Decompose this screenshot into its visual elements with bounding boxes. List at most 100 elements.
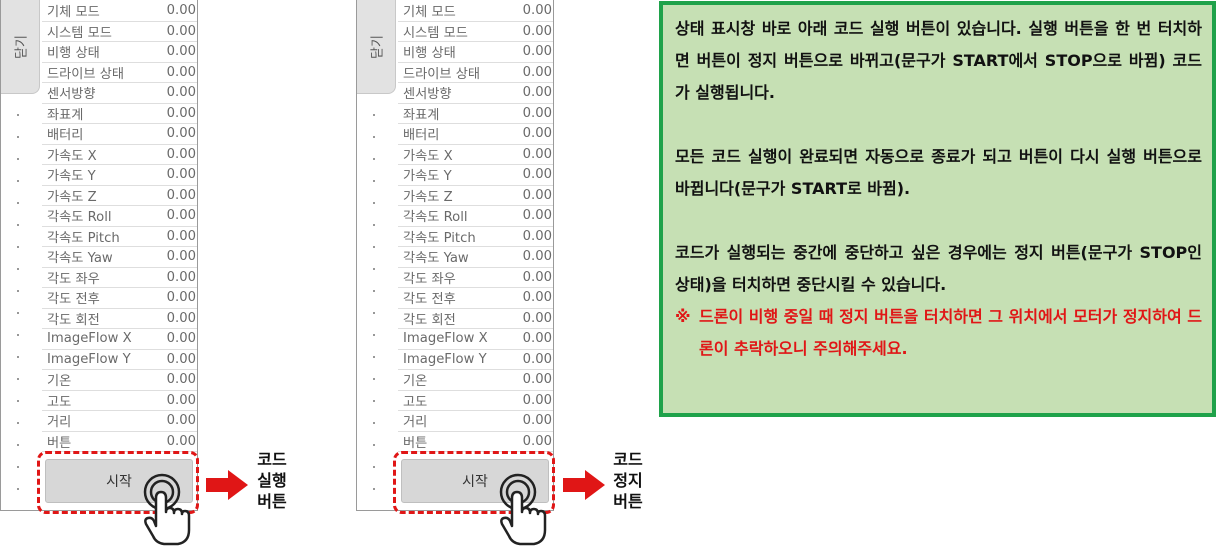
status-row: 기온 0.00 bbox=[398, 370, 553, 391]
status-value: 0.00 bbox=[522, 23, 552, 39]
status-label: 센서방향 bbox=[403, 87, 452, 103]
status-row: 버튼 0.00 bbox=[398, 432, 553, 452]
status-row: 센서방향 0.00 bbox=[398, 83, 553, 104]
status-value: 0.00 bbox=[166, 249, 196, 265]
scroll-dot bbox=[373, 136, 375, 138]
status-value: 0.00 bbox=[522, 310, 552, 326]
status-label: 가속도 Y bbox=[403, 169, 452, 185]
close-tab-label: 닫기 bbox=[370, 34, 386, 59]
status-value: 0.00 bbox=[166, 413, 196, 429]
scroll-dot bbox=[373, 312, 375, 314]
status-row: 기체 모드 0.00 bbox=[42, 1, 197, 22]
status-row: 각도 회전 0.00 bbox=[42, 309, 197, 329]
status-label: 배터리 bbox=[47, 128, 84, 144]
status-label: 가속도 X bbox=[403, 148, 453, 164]
status-list: 기체 모드 0.00 시스템 모드 0.00 비행 상태 0.00 드라이브 상태 0.00 센… bbox=[42, 1, 197, 452]
callout-line: 버튼 bbox=[257, 492, 287, 511]
status-row: 각속도 Roll 0.00 bbox=[42, 206, 197, 227]
status-row: 각속도 Pitch 0.00 bbox=[42, 227, 197, 247]
status-value: 0.00 bbox=[522, 64, 552, 80]
status-label: 기온 bbox=[47, 374, 72, 390]
scroll-dot bbox=[373, 378, 375, 380]
status-label: 센서방향 bbox=[47, 87, 96, 103]
status-value: 0.00 bbox=[166, 372, 196, 388]
scroll-dot bbox=[373, 290, 375, 292]
close-tab[interactable]: 닫기 bbox=[1, 0, 40, 94]
status-value: 0.00 bbox=[166, 269, 196, 285]
status-label: 각도 전후 bbox=[47, 292, 100, 308]
status-label: 각도 좌우 bbox=[47, 271, 100, 287]
callout-line: 코드 bbox=[257, 450, 287, 469]
status-value: 0.00 bbox=[522, 187, 552, 203]
status-row: 시스템 모드 0.00 bbox=[398, 22, 553, 42]
status-row: 배터리 0.00 bbox=[398, 124, 553, 145]
status-label: 드라이브 상태 bbox=[47, 66, 124, 82]
scroll-dot bbox=[17, 246, 19, 248]
status-label: 가속도 Y bbox=[47, 169, 96, 185]
status-label: 배터리 bbox=[403, 128, 440, 144]
app-screen-run: 닫기 기체 모드 0.00 시스템 모드 0.00 비행 상태 0.00 드라이브 상태 0.… bbox=[0, 0, 198, 511]
status-value: 0.00 bbox=[166, 3, 196, 19]
status-row: 거리 0.00 bbox=[42, 411, 197, 432]
status-row: 배터리 0.00 bbox=[42, 124, 197, 145]
scroll-dot bbox=[373, 180, 375, 182]
scroll-dot bbox=[17, 290, 19, 292]
note-warning: ※ 드론이 비행 중일 때 정지 버튼을 터치하면 그 위치에서 모터가 정지하… bbox=[675, 301, 1202, 365]
status-row: 가속도 Y 0.00 bbox=[398, 165, 553, 186]
status-value: 0.00 bbox=[166, 433, 196, 449]
status-value: 0.00 bbox=[166, 187, 196, 203]
status-label: 가속도 Z bbox=[47, 189, 97, 205]
status-row: 가속도 X 0.00 bbox=[398, 145, 553, 165]
status-row: 각도 전후 0.00 bbox=[42, 288, 197, 309]
scroll-dot bbox=[17, 202, 19, 204]
status-value: 0.00 bbox=[166, 146, 196, 162]
status-label: ImageFlow Y bbox=[403, 351, 487, 367]
status-row: 기체 모드 0.00 bbox=[398, 1, 553, 22]
status-row: ImageFlow Y 0.00 bbox=[398, 350, 553, 370]
app-screen-stop: 닫기 기체 모드 0.00 시스템 모드 0.00 비행 상태 0.00 드라이브 상태 0.… bbox=[356, 0, 554, 511]
run-button-callout: 코드 실행 버튼 bbox=[250, 449, 294, 512]
callout-line: 버튼 bbox=[613, 492, 643, 511]
status-value: 0.00 bbox=[166, 167, 196, 183]
scroll-dot bbox=[17, 356, 19, 358]
status-row: 가속도 Y 0.00 bbox=[42, 165, 197, 186]
status-label: 고도 bbox=[47, 394, 72, 410]
note-paragraph-run: 상태 표시창 바로 아래 코드 실행 버튼이 있습니다. 실행 버튼을 한 번 … bbox=[675, 19, 1202, 102]
status-row: 거리 0.00 bbox=[398, 411, 553, 432]
scroll-dot bbox=[373, 158, 375, 160]
status-label: 시스템 모드 bbox=[403, 25, 468, 41]
status-label: ImageFlow Y bbox=[47, 351, 131, 367]
status-label: 고도 bbox=[403, 394, 428, 410]
status-value: 0.00 bbox=[522, 167, 552, 183]
status-row: 드라이브 상태 0.00 bbox=[398, 63, 553, 83]
status-row: 각속도 Pitch 0.00 bbox=[398, 227, 553, 247]
status-label: 좌표계 bbox=[47, 107, 84, 123]
status-label: 비행 상태 bbox=[403, 46, 456, 62]
status-label: 비행 상태 bbox=[47, 46, 100, 62]
scroll-dot bbox=[373, 268, 375, 270]
status-label: 각도 좌우 bbox=[403, 271, 456, 287]
status-row: 고도 0.00 bbox=[42, 391, 197, 411]
status-label: 버튼 bbox=[403, 435, 428, 451]
close-tab[interactable]: 닫기 bbox=[357, 0, 396, 94]
status-list: 기체 모드 0.00 시스템 모드 0.00 비행 상태 0.00 드라이브 상태 0.00 센… bbox=[398, 1, 553, 452]
status-row: 각속도 Yaw 0.00 bbox=[42, 247, 197, 268]
scroll-dot bbox=[373, 400, 375, 402]
callout-line: 코드 bbox=[613, 450, 643, 469]
status-label: 각속도 Roll bbox=[47, 210, 112, 226]
scroll-dot bbox=[17, 378, 19, 380]
status-value: 0.00 bbox=[522, 126, 552, 142]
callout-line: 정지 bbox=[613, 471, 643, 490]
status-label: ImageFlow X bbox=[47, 331, 132, 347]
status-value: 0.00 bbox=[522, 85, 552, 101]
scroll-dot bbox=[17, 400, 19, 402]
status-value: 0.00 bbox=[522, 105, 552, 121]
scroll-dot bbox=[373, 356, 375, 358]
close-tab-label: 닫기 bbox=[14, 34, 30, 59]
status-row: ImageFlow X 0.00 bbox=[398, 329, 553, 350]
scroll-dot bbox=[17, 488, 19, 490]
status-value: 0.00 bbox=[522, 3, 552, 19]
status-row: 가속도 Z 0.00 bbox=[42, 186, 197, 206]
status-label: ImageFlow X bbox=[403, 331, 488, 347]
status-row: 드라이브 상태 0.00 bbox=[42, 63, 197, 83]
